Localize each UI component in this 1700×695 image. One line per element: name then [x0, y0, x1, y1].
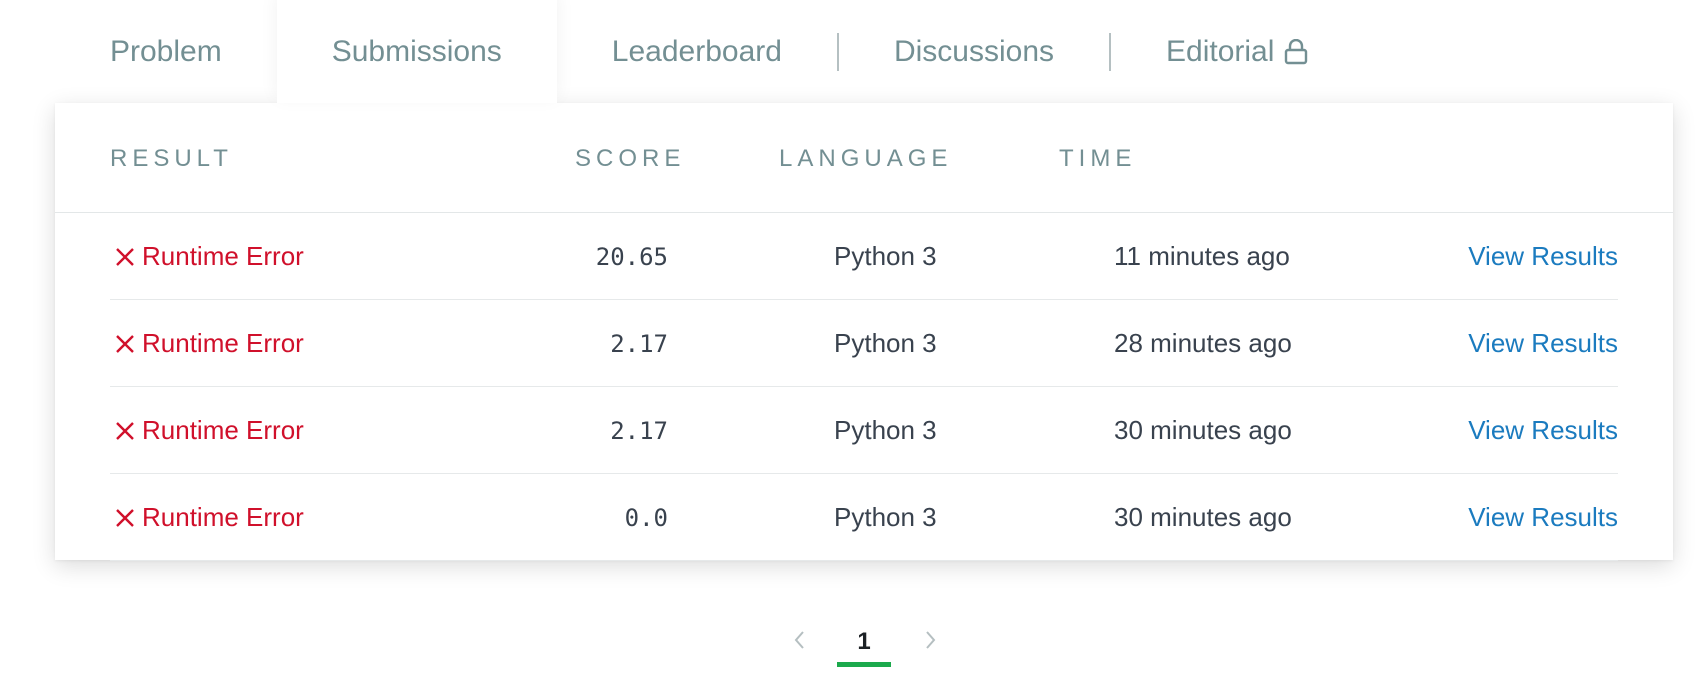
tab-label: Submissions: [331, 34, 502, 68]
view-results-link[interactable]: View Results: [1468, 387, 1618, 474]
language-cell: Python 3: [834, 241, 937, 271]
result-cell: Runtime Error: [110, 474, 304, 561]
result-label: Runtime Error: [142, 241, 304, 271]
submissions-table: RESULT SCORE LANGUAGE TIME Runtime Error…: [55, 103, 1673, 561]
tab-label: Discussions: [893, 34, 1055, 68]
chevron-left-icon[interactable]: [790, 628, 810, 652]
score-cell: 2.17: [610, 329, 668, 358]
tab-discussions[interactable]: Discussions: [839, 0, 1109, 103]
language-cell: Python 3: [834, 502, 937, 532]
time-cell: 30 minutes ago: [1114, 502, 1292, 532]
tab-submissions[interactable]: Submissions: [276, 0, 557, 103]
view-results-link[interactable]: View Results: [1468, 474, 1618, 561]
page-number-current[interactable]: 1: [837, 620, 891, 668]
result-cell: Runtime Error: [110, 300, 304, 387]
language-cell: Python 3: [834, 328, 937, 358]
table-row: Runtime Error 2.17 Python 3 28 minutes a…: [110, 300, 1618, 387]
close-x-icon: [114, 507, 136, 529]
result-label: Runtime Error: [142, 502, 304, 532]
time-cell: 30 minutes ago: [1114, 415, 1292, 445]
close-x-icon: [114, 420, 136, 442]
close-x-icon: [114, 246, 136, 268]
tab-bar: Problem Submissions Leaderboard Discussi…: [55, 0, 1363, 103]
language-cell: Python 3: [834, 415, 937, 445]
column-header-language: LANGUAGE: [779, 145, 953, 172]
column-header-score: SCORE: [575, 145, 686, 172]
tab-label: Problem: [110, 34, 222, 68]
table-row: Runtime Error 0.0 Python 3 30 minutes ag…: [110, 474, 1618, 561]
lock-icon: [1284, 38, 1308, 65]
table-header: RESULT SCORE LANGUAGE TIME: [55, 103, 1673, 213]
submissions-page: Problem Submissions Leaderboard Discussi…: [0, 0, 1700, 695]
tab-label: Editorial: [1166, 34, 1275, 68]
view-results-link[interactable]: View Results: [1468, 300, 1618, 387]
tab-label: Leaderboard: [611, 34, 782, 68]
tab-leaderboard[interactable]: Leaderboard: [557, 0, 837, 103]
column-header-result: RESULT: [110, 145, 233, 172]
result-cell: Runtime Error: [110, 387, 304, 474]
tab-problem[interactable]: Problem: [55, 0, 277, 103]
time-cell: 28 minutes ago: [1114, 328, 1292, 358]
result-cell: Runtime Error: [110, 213, 304, 300]
score-cell: 0.0: [624, 503, 668, 532]
active-page-indicator: [837, 662, 891, 667]
close-x-icon: [114, 333, 136, 355]
column-header-time: TIME: [1059, 145, 1137, 172]
score-cell: 2.17: [610, 416, 668, 445]
time-cell: 11 minutes ago: [1114, 241, 1290, 271]
view-results-link[interactable]: View Results: [1468, 213, 1618, 300]
result-label: Runtime Error: [142, 328, 304, 358]
score-cell: 20.65: [595, 242, 668, 271]
table-row: Runtime Error 20.65 Python 3 11 minutes …: [110, 213, 1618, 300]
table-row: Runtime Error 2.17 Python 3 30 minutes a…: [110, 387, 1618, 474]
tab-editorial[interactable]: Editorial: [1111, 0, 1363, 103]
result-label: Runtime Error: [142, 415, 304, 445]
chevron-right-icon[interactable]: [920, 628, 940, 652]
pagination: 1: [790, 620, 940, 670]
